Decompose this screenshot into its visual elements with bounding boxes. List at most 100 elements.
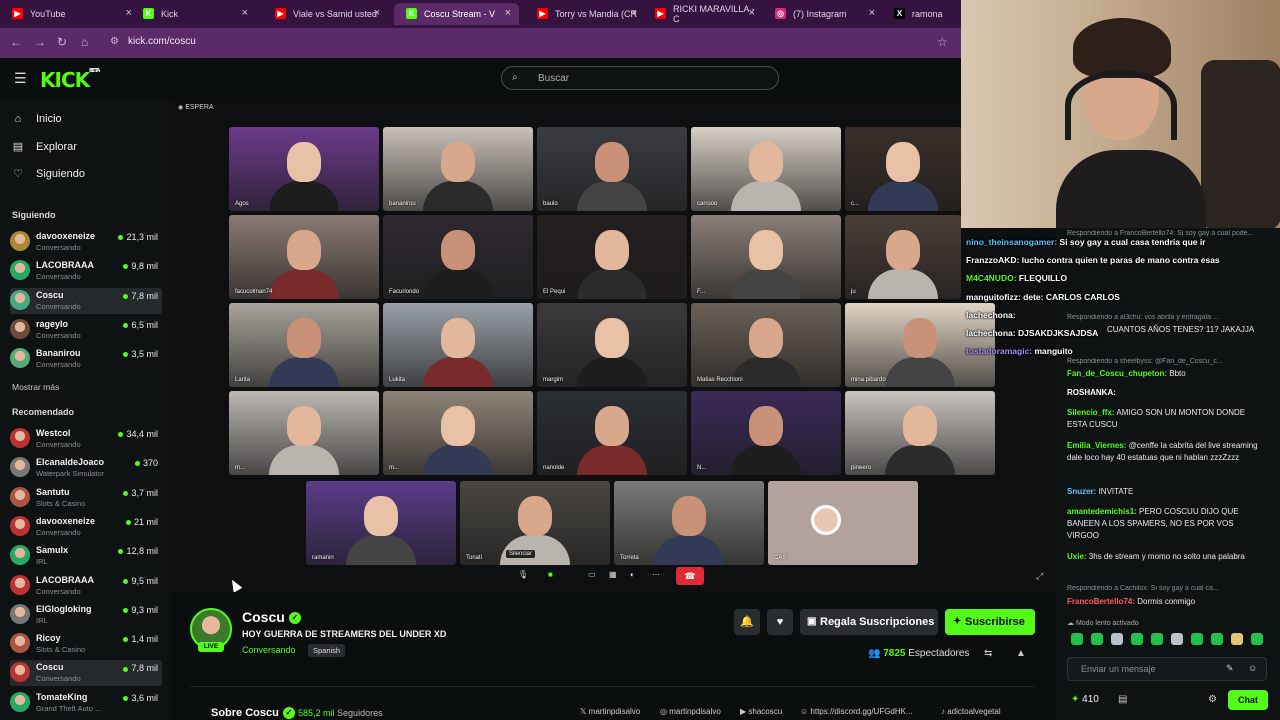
sidebar-channel-6[interactable]: ElGlogloking IRL 9,3 mil (10, 602, 162, 628)
site-info-icon[interactable]: ⚙ (110, 36, 119, 47)
forward-icon[interactable]: → (34, 35, 46, 49)
sidebar-channel-1[interactable]: LACOBRAAA Conversando 9,8 mil (10, 258, 162, 284)
chat-username[interactable]: tostadoramagic: (966, 346, 1032, 356)
emote-icon[interactable] (1151, 633, 1163, 645)
participant-tile[interactable]: m... (383, 391, 533, 475)
sidebar-channel-2[interactable]: Santutu Slots & Casino 3,7 mil (10, 485, 162, 511)
emote-icon[interactable] (1211, 633, 1223, 645)
nav-inicio[interactable]: ⌂ Inicio (12, 113, 62, 125)
participant-tile[interactable]: facucolman74 (229, 215, 379, 299)
chat-username[interactable]: ROSHANKA: (1067, 388, 1116, 397)
effects-icon[interactable]: ◐ (630, 570, 635, 579)
browser-tab[interactable]: ▶ Torry vs Mandia (CR × (525, 3, 645, 25)
emote-icon[interactable] (1251, 633, 1263, 645)
chat-username[interactable]: Silencio_ffx: (1067, 408, 1115, 417)
mic-icon[interactable]: 🎙 (518, 570, 528, 579)
participant-tile[interactable]: Facuriondo (383, 215, 533, 299)
close-tab-icon[interactable]: × (869, 7, 875, 19)
browser-tab[interactable]: ▶ YouTube × (0, 3, 140, 25)
emote-icon[interactable] (1111, 633, 1123, 645)
chat-username[interactable]: Fan_de_Coscu_chupeton: (1067, 369, 1167, 378)
emote-icon[interactable] (1131, 633, 1143, 645)
close-tab-icon[interactable]: × (242, 7, 248, 19)
channel-points[interactable]: ✦ 410 (1071, 694, 1099, 705)
sidebar-channel-0[interactable]: davooxeneize Conversando 21,3 mil (10, 229, 162, 255)
participant-tile[interactable]: ramanin (306, 481, 456, 565)
emote-picker-icon[interactable]: ✎ (1226, 663, 1234, 674)
participant-tile[interactable]: baulo (537, 127, 687, 211)
emote-icon[interactable] (1071, 633, 1083, 645)
notification-bell-button[interactable]: 🔔 (734, 609, 760, 635)
sidebar-channel-3[interactable]: davooxeneize Conversando 21 mil (10, 514, 162, 540)
chat-username[interactable]: M4C4NUDO: (966, 273, 1017, 283)
show-more-link[interactable]: Mostrar más (12, 382, 59, 392)
browser-tab[interactable]: K Coscu Stream - V × (394, 3, 519, 25)
close-tab-icon[interactable]: × (374, 7, 380, 19)
participant-tile[interactable]: pineero (845, 391, 995, 475)
sidebar-channel-1[interactable]: ElcanaldeJoaco Waterpark Simulator 370 (10, 455, 162, 481)
browser-tab[interactable]: ◎ (7) Instagram × (763, 3, 883, 25)
participant-tile[interactable]: margim (537, 303, 687, 387)
sidebar-channel-4[interactable]: Bananirou Conversando 3,5 mil (10, 346, 162, 372)
chat-username[interactable]: FranzzoAKD: (966, 255, 1019, 265)
chat-username[interactable]: Emilia_Viernes: (1067, 441, 1126, 450)
fullscreen-icon[interactable]: ⤢ (1036, 571, 1043, 582)
tiktok-link[interactable]: ♪ adictoalvegetal (941, 707, 1001, 716)
emote-icon[interactable] (1191, 633, 1203, 645)
participant-tile[interactable]: ju (845, 215, 961, 299)
chat-username[interactable]: Uxie: (1067, 552, 1087, 561)
sidebar-channel-4[interactable]: Samulx IRL 12,8 mil (10, 543, 162, 569)
close-tab-icon[interactable]: × (505, 7, 511, 19)
sidebar-channel-5[interactable]: LACOBRAAA Conversando 9,5 mil (10, 573, 162, 599)
back-icon[interactable]: ← (10, 35, 22, 49)
grid-view-icon[interactable]: ▦ (609, 570, 617, 579)
participant-tile[interactable]: Larita (229, 303, 379, 387)
emote-icon[interactable] (1231, 633, 1243, 645)
close-tab-icon[interactable]: × (749, 7, 755, 19)
kick-logo[interactable]: KICKBETA (40, 68, 100, 92)
sidebar-channel-2[interactable]: Coscu Conversando 7,8 mil (10, 287, 162, 314)
emote-icon[interactable] (1171, 633, 1183, 645)
youtube-link[interactable]: ▶ shacoscu (740, 707, 782, 716)
browser-tab[interactable]: Xramona (882, 3, 962, 25)
participant-tile[interactable]: bananirou (383, 127, 533, 211)
participant-tile[interactable]: Matias Recchioni (691, 303, 841, 387)
instagram-link[interactable]: ◎ martinpdisalvo (660, 707, 721, 716)
more-options-icon[interactable]: ⋯ (652, 570, 660, 579)
emote-icon[interactable] (1091, 633, 1103, 645)
participant-tile[interactable]: nanoide (537, 391, 687, 475)
browser-tab[interactable]: ▶ RICKI MARAVILLA - C × (643, 3, 763, 25)
participant-tile[interactable]: CAS (768, 481, 918, 565)
sidebar-channel-0[interactable]: Westcol Conversando 34,4 mil (10, 426, 162, 452)
chat-username[interactable]: lachechona: (966, 328, 1016, 338)
chat-username[interactable]: lachechona: (966, 310, 1016, 320)
language-tag[interactable]: Spanish (308, 644, 346, 657)
sidebar-channel-7[interactable]: Ricoy Slots & Casino 1,4 mil (10, 631, 162, 657)
participant-tile[interactable]: carrooo (691, 127, 841, 211)
chat-settings-icon[interactable]: ⚙ (1208, 694, 1217, 705)
discord-link[interactable]: ☺ https://discord.gg/UFGdHK... (800, 707, 913, 716)
chat-username[interactable]: Snuzer: (1067, 487, 1096, 496)
hamburger-menu-icon[interactable]: ☰ (14, 70, 27, 87)
participant-tile[interactable]: Torreta (614, 481, 764, 565)
hang-up-button[interactable]: ☎ (676, 567, 704, 585)
chat-send-button[interactable]: Chat (1228, 690, 1268, 710)
reload-icon[interactable]: ↻ (57, 35, 67, 49)
chat-username[interactable]: manguitofizz: (966, 292, 1021, 302)
chat-username[interactable]: FrancoBertello74: (1067, 597, 1135, 606)
share-screen-icon[interactable]: ▭ (588, 570, 596, 579)
twitter-link[interactable]: 𝕏 martinpdisalvo (580, 707, 640, 716)
participant-tile[interactable]: Lukita (383, 303, 533, 387)
browser-tab[interactable]: ▶ Viale vs Samid usted × (263, 3, 388, 25)
follow-heart-button[interactable]: ♥ (767, 609, 793, 635)
participant-tile[interactable]: El Pequi (537, 215, 687, 299)
leaderboard-icon[interactable]: ▤ (1118, 694, 1127, 705)
report-icon[interactable]: ▲ (1016, 648, 1026, 659)
home-browser-icon[interactable]: ⌂ (81, 35, 88, 49)
streamer-name[interactable]: Coscu ✓ (242, 609, 301, 625)
chat-username[interactable]: nino_theinsanogamer: (966, 237, 1057, 247)
participant-tile[interactable]: m... (229, 391, 379, 475)
nav-explorar[interactable]: ▤ Explorar (12, 140, 77, 154)
participant-tile[interactable]: F... (691, 215, 841, 299)
sidebar-channel-8[interactable]: Coscu Conversando 7,8 mil (10, 660, 162, 687)
